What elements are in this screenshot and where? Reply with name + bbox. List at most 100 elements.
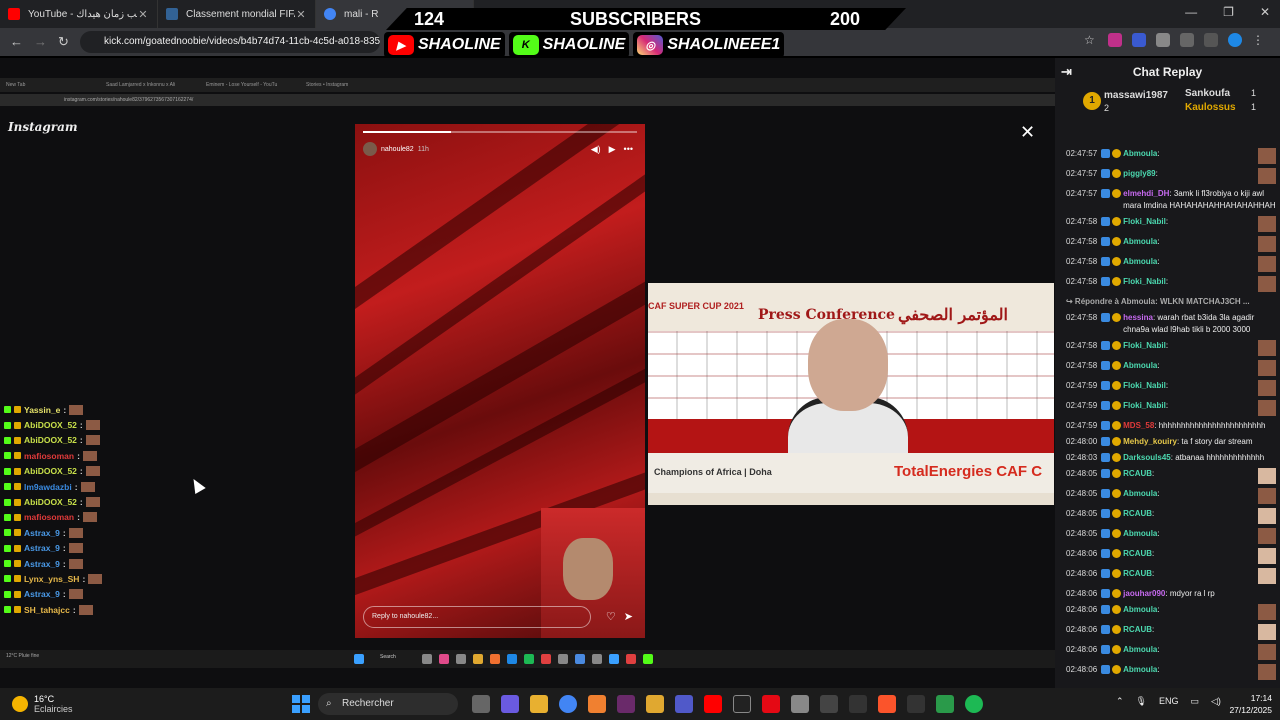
stream-video[interactable]: New Tab Saad Lamjarred x Inkonnu x Ali E… bbox=[0, 58, 1055, 688]
app-icon[interactable] bbox=[907, 695, 925, 713]
close-icon[interactable]: ✕ bbox=[137, 8, 149, 21]
close-icon[interactable]: ✕ bbox=[295, 8, 307, 21]
app-icon[interactable] bbox=[646, 695, 664, 713]
file-explorer-icon[interactable] bbox=[530, 695, 548, 713]
leader-user[interactable]: massawi1987 bbox=[1104, 90, 1168, 101]
taskbar-search[interactable]: ⌕ Rechercher bbox=[318, 693, 458, 715]
overlay-chat-user: AbiDOOX_52 bbox=[24, 420, 77, 431]
chat-message: 02:47:57 Abmoula: bbox=[1055, 146, 1280, 166]
mic-icon[interactable]: 🎙 bbox=[1136, 696, 1147, 707]
chat-username[interactable]: Abmoula bbox=[1123, 665, 1157, 674]
chat-message: 02:48:05 Abmoula: bbox=[1055, 486, 1280, 506]
chat-username[interactable]: Floki_Nabil bbox=[1123, 401, 1166, 410]
extension-icon[interactable] bbox=[1108, 33, 1122, 47]
chat-username[interactable]: Abmoula bbox=[1123, 605, 1157, 614]
emote-icon bbox=[1258, 604, 1276, 620]
separator: : bbox=[1157, 605, 1160, 614]
app-icon[interactable] bbox=[849, 695, 867, 713]
address-bar[interactable]: kick.com/goatednoobie/videos/b4b74d74-11… bbox=[80, 31, 380, 53]
badge-icon bbox=[1112, 169, 1122, 178]
weather-widget[interactable]: 16°C Eclaircies bbox=[12, 694, 73, 714]
chat-username[interactable]: RCAUB bbox=[1123, 469, 1152, 478]
extension-icon[interactable] bbox=[1156, 33, 1170, 47]
chat-username[interactable]: Floki_Nabil bbox=[1123, 381, 1166, 390]
chat-username[interactable]: jaouhar090 bbox=[1123, 589, 1165, 598]
brave-icon[interactable] bbox=[878, 695, 896, 713]
volume-icon[interactable]: ◁) bbox=[1211, 696, 1221, 707]
teams-icon[interactable] bbox=[675, 695, 693, 713]
badge-icon bbox=[1112, 469, 1122, 478]
overlay-chat-user: SH_tahajcc bbox=[24, 604, 70, 615]
start-button[interactable] bbox=[292, 695, 310, 713]
copilot-icon[interactable] bbox=[501, 695, 519, 713]
chat-username[interactable]: Abmoula bbox=[1123, 361, 1157, 370]
chat-username[interactable]: MDS_58 bbox=[1123, 421, 1154, 430]
browser-tab[interactable]: Classement mondial FIFA/Coca✕ bbox=[158, 0, 316, 28]
social-name: SHAOLINE bbox=[542, 36, 626, 53]
chat-username[interactable]: Mehdy_kouiry bbox=[1123, 437, 1177, 446]
chrome-icon[interactable] bbox=[559, 695, 577, 713]
overlay-chat-user: mafiosoman bbox=[24, 450, 75, 461]
chat-username[interactable]: Abmoula bbox=[1123, 149, 1157, 158]
chat-username[interactable]: Abmoula bbox=[1123, 489, 1157, 498]
chat-username[interactable]: piggly89 bbox=[1123, 169, 1155, 178]
chat-username[interactable]: Abmoula bbox=[1123, 237, 1157, 246]
app-icon[interactable] bbox=[733, 695, 751, 713]
badge-icon bbox=[1101, 237, 1111, 246]
chat-username[interactable]: RCAUB bbox=[1123, 569, 1152, 578]
youtube-icon[interactable] bbox=[704, 695, 722, 713]
chevron-up-icon[interactable]: ⌃ bbox=[1116, 696, 1124, 707]
emote-icon bbox=[68, 589, 83, 600]
badge-icon bbox=[1101, 589, 1111, 598]
collapse-chat-icon[interactable]: ⇥ bbox=[1061, 58, 1072, 86]
chat-messages[interactable]: 02:47:57 Abmoula: 02:47:57 piggly89: 02:47… bbox=[1055, 146, 1280, 682]
chat-username[interactable]: elmehdi_DH bbox=[1123, 189, 1169, 198]
close-window-icon[interactable]: ✕ bbox=[1260, 5, 1270, 19]
badge-icon bbox=[1112, 401, 1122, 410]
extension-icon[interactable] bbox=[1132, 33, 1146, 47]
leader-user[interactable]: Sankoufa bbox=[1185, 88, 1230, 99]
badge-icon bbox=[1112, 509, 1122, 518]
puzzle-icon[interactable] bbox=[1180, 33, 1194, 47]
badge-icon bbox=[14, 606, 21, 614]
chat-username[interactable]: RCAUB bbox=[1123, 549, 1152, 558]
chat-username[interactable]: Abmoula bbox=[1123, 645, 1157, 654]
chat-username[interactable]: Floki_Nabil bbox=[1123, 217, 1166, 226]
network-icon[interactable]: ▭ bbox=[1191, 696, 1200, 707]
chat-username[interactable]: Darksouls45 bbox=[1123, 453, 1171, 462]
app-icon[interactable] bbox=[936, 695, 954, 713]
chat-username[interactable]: Floki_Nabil bbox=[1123, 341, 1166, 350]
app-icon[interactable] bbox=[617, 695, 635, 713]
avatar[interactable] bbox=[1228, 33, 1242, 47]
task-view-icon[interactable] bbox=[472, 695, 490, 713]
reload-icon[interactable]: ↻ bbox=[58, 34, 69, 50]
forward-icon[interactable]: → bbox=[34, 34, 47, 49]
chat-username[interactable]: RCAUB bbox=[1123, 509, 1152, 518]
maximize-icon[interactable]: ❐ bbox=[1223, 5, 1234, 19]
system-clock[interactable]: 17:14 27/12/2025 bbox=[1224, 692, 1272, 716]
fifa-icon bbox=[166, 8, 178, 20]
chat-username[interactable]: RCAUB bbox=[1123, 625, 1152, 634]
badge-icon bbox=[1101, 361, 1111, 370]
leader-user[interactable]: Kaulossus bbox=[1185, 102, 1236, 113]
badge-icon bbox=[1101, 605, 1111, 614]
language-indicator[interactable]: ENG bbox=[1159, 696, 1179, 707]
spotify-icon[interactable] bbox=[965, 695, 983, 713]
chat-username[interactable]: Abmoula bbox=[1123, 257, 1157, 266]
badge-icon bbox=[14, 406, 21, 414]
app-icon[interactable] bbox=[820, 695, 838, 713]
minimize-icon[interactable]: — bbox=[1185, 5, 1197, 19]
bookmark-star-icon[interactable]: ☆ bbox=[1084, 33, 1098, 47]
chat-username[interactable]: hessina bbox=[1123, 313, 1153, 322]
app-icon[interactable] bbox=[791, 695, 809, 713]
chat-username[interactable]: ↪ Répondre à Abmoula: WLKN MATCHAJ3CH ..… bbox=[1066, 297, 1250, 306]
netflix-icon[interactable] bbox=[762, 695, 780, 713]
back-icon[interactable]: ← bbox=[10, 34, 23, 49]
menu-icon[interactable]: ⋮ bbox=[1252, 33, 1266, 47]
chat-username[interactable]: Abmoula bbox=[1123, 529, 1157, 538]
browser-tab[interactable]: YouTube - منتخب زمان هيداك✕ bbox=[0, 0, 158, 28]
app-icon[interactable] bbox=[588, 695, 606, 713]
badge-icon bbox=[1101, 549, 1111, 558]
chat-username[interactable]: Floki_Nabil bbox=[1123, 277, 1166, 286]
media-icon[interactable] bbox=[1204, 33, 1218, 47]
